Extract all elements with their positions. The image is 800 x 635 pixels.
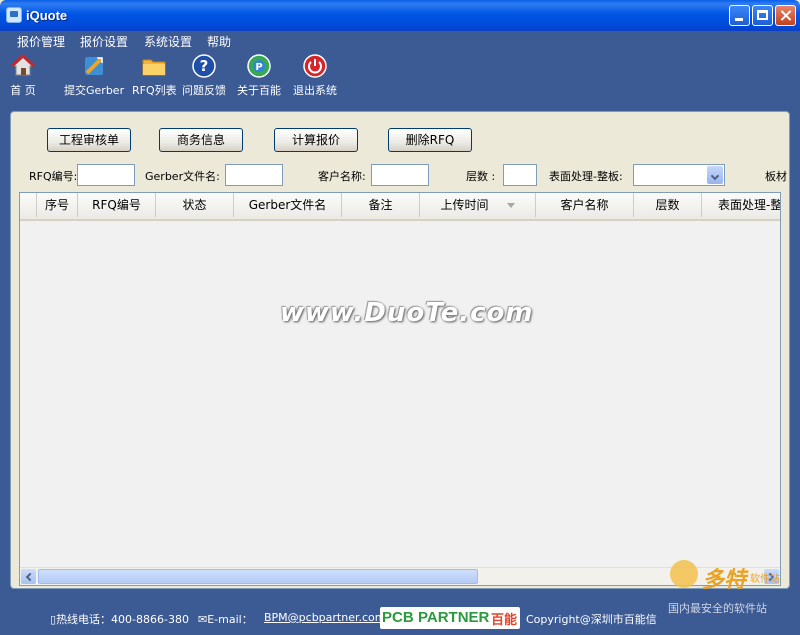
gerber-filename-input[interactable] xyxy=(225,164,283,186)
duote-corner-logo: 多特 软件站 国内最安全的软件站 xyxy=(668,560,800,620)
chevron-down-icon[interactable] xyxy=(707,166,723,184)
maximize-button[interactable] xyxy=(752,5,773,26)
hotline-text: ▯热线电话：400-8866-380 xyxy=(50,613,189,626)
rfq-number-input[interactable] xyxy=(77,164,135,186)
menu-system-settings[interactable]: 系统设置 xyxy=(144,33,192,50)
help-question-icon: ? xyxy=(192,54,216,78)
svg-text:P: P xyxy=(255,62,262,73)
engineering-review-button[interactable]: 工程审核单 xyxy=(47,128,131,152)
email-label: ✉E-mail： xyxy=(198,613,253,626)
scroll-left-icon[interactable] xyxy=(21,569,36,584)
watermark-text: www.DuoTe.com xyxy=(280,298,534,328)
col-header-surface-finish[interactable]: 表面处理-整板 xyxy=(702,193,780,217)
surface-finish-label: 表面处理-整板: xyxy=(549,170,623,183)
close-button[interactable] xyxy=(775,5,796,26)
customer-name-input[interactable] xyxy=(371,164,429,186)
about-icon: P xyxy=(247,54,271,78)
surface-finish-select[interactable] xyxy=(633,164,725,186)
rfq-grid[interactable]: 序号 RFQ编号 状态 Gerber文件名 备注 上传时间 客户名称 层数 表面… xyxy=(19,192,781,586)
business-info-button[interactable]: 商务信息 xyxy=(159,128,243,152)
toolbar-about-button[interactable]: P 关于百能 xyxy=(237,53,281,98)
col-header-status[interactable]: 状态 xyxy=(156,193,234,217)
col-header-layers[interactable]: 层数 xyxy=(634,193,702,217)
menu-quote-settings[interactable]: 报价设置 xyxy=(80,33,128,50)
toolbar-exit-button[interactable]: 退出系统 xyxy=(293,53,337,98)
board-material-label: 板材 xyxy=(765,170,787,183)
copyright-text: Copyright@深圳市百能信 xyxy=(526,613,657,626)
col-header-customer-name[interactable]: 客户名称 xyxy=(536,193,634,217)
delete-rfq-button[interactable]: 删除RFQ xyxy=(388,128,472,152)
toolbar-submit-gerber-button[interactable]: 提交Gerber xyxy=(64,53,124,98)
content-area: 工程审核单 商务信息 计算报价 删除RFQ RFQ编号: Gerber文件名: … xyxy=(0,103,800,595)
envelope-icon: ✉ xyxy=(198,613,208,626)
home-icon xyxy=(10,53,36,76)
toolbar-home-button[interactable]: 首 页 xyxy=(10,53,36,98)
row-header-corner xyxy=(20,193,37,217)
col-header-remarks[interactable]: 备注 xyxy=(342,193,420,217)
toolbar: 首 页 提交Gerber RFQ列表 ? 问题反馈 P 关于百能 退出系统 xyxy=(0,51,800,103)
layers-label: 层数 : xyxy=(466,170,496,183)
upload-time-label: 上传时间 xyxy=(440,198,489,212)
app-window: iQuote 报价管理 报价设置 系统设置 帮助 首 页 提交Gerber RF… xyxy=(0,0,800,635)
window-title: iQuote xyxy=(26,8,68,23)
col-header-index[interactable]: 序号 xyxy=(37,193,78,217)
email-link[interactable]: BPM@pcbpartner.com xyxy=(264,611,385,624)
col-header-upload-time[interactable]: 上传时间 xyxy=(420,193,536,217)
sort-arrow-icon xyxy=(506,203,515,208)
menu-help[interactable]: 帮助 xyxy=(207,33,231,50)
minimize-button[interactable] xyxy=(729,5,750,26)
layers-input[interactable] xyxy=(503,164,537,186)
horizontal-scrollbar[interactable] xyxy=(20,567,780,585)
calculate-quote-button[interactable]: 计算报价 xyxy=(274,128,358,152)
menu-bar: 报价管理 报价设置 系统设置 帮助 xyxy=(0,31,800,51)
toolbar-feedback-button[interactable]: ? 问题反馈 xyxy=(182,53,226,98)
grid-header: 序号 RFQ编号 状态 Gerber文件名 备注 上传时间 客户名称 层数 表面… xyxy=(20,193,780,221)
menu-quote-management[interactable]: 报价管理 xyxy=(17,33,65,50)
power-icon xyxy=(303,54,327,78)
svg-text:?: ? xyxy=(200,57,209,75)
folder-icon xyxy=(142,59,166,76)
rfq-panel: 工程审核单 商务信息 计算报价 删除RFQ RFQ编号: Gerber文件名: … xyxy=(10,111,790,589)
app-icon xyxy=(6,7,22,23)
scrollbar-thumb[interactable] xyxy=(38,569,478,584)
gerber-filename-label: Gerber文件名: xyxy=(145,170,220,183)
col-header-rfq-number[interactable]: RFQ编号 xyxy=(78,193,156,217)
mascot-icon xyxy=(670,560,698,588)
rfq-number-label: RFQ编号: xyxy=(29,170,78,183)
toolbar-rfq-list-button[interactable]: RFQ列表 xyxy=(132,53,177,98)
title-bar[interactable]: iQuote xyxy=(0,0,800,31)
pcbpartner-logo: PCB PARTNER 百能 xyxy=(380,607,520,629)
col-header-gerber-filename[interactable]: Gerber文件名 xyxy=(234,193,342,217)
submit-gerber-icon xyxy=(85,57,104,75)
customer-name-label: 客户名称: xyxy=(318,170,366,183)
